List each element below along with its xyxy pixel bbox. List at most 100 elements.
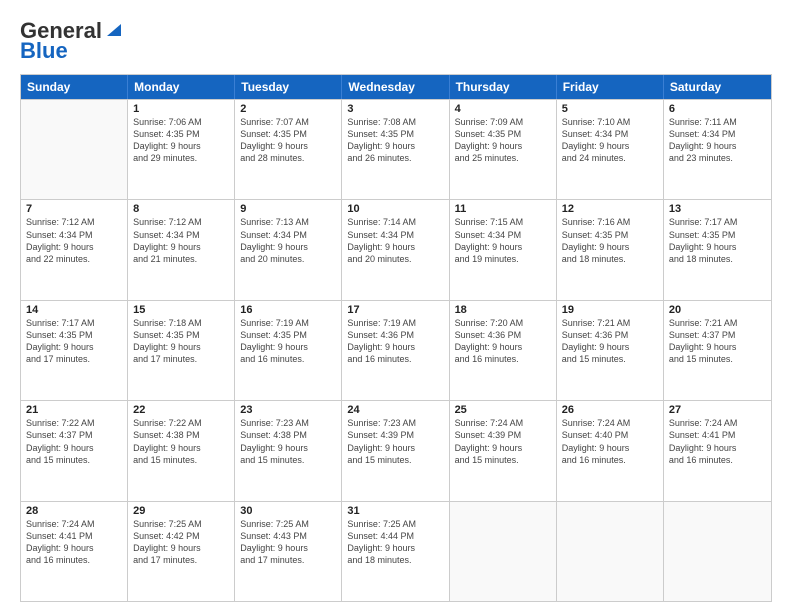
sunrise-text: Sunrise: 7:25 AM <box>347 518 443 530</box>
day-number: 5 <box>562 103 658 115</box>
calendar-header-cell: Saturday <box>664 75 771 99</box>
page: General Blue SundayMondayTuesdayWednesda… <box>0 0 792 612</box>
calendar-week-row: 21Sunrise: 7:22 AMSunset: 4:37 PMDayligh… <box>21 400 771 500</box>
day-number: 28 <box>26 505 122 517</box>
daylight-text-1: Daylight: 9 hours <box>455 341 551 353</box>
calendar-cell: 31Sunrise: 7:25 AMSunset: 4:44 PMDayligh… <box>342 502 449 601</box>
sunset-text: Sunset: 4:34 PM <box>669 128 766 140</box>
daylight-text-2: and 16 minutes. <box>240 353 336 365</box>
daylight-text-2: and 21 minutes. <box>133 253 229 265</box>
calendar-cell: 28Sunrise: 7:24 AMSunset: 4:41 PMDayligh… <box>21 502 128 601</box>
daylight-text-2: and 18 minutes. <box>347 554 443 566</box>
calendar-cell: 22Sunrise: 7:22 AMSunset: 4:38 PMDayligh… <box>128 401 235 500</box>
calendar-cell: 26Sunrise: 7:24 AMSunset: 4:40 PMDayligh… <box>557 401 664 500</box>
sunrise-text: Sunrise: 7:19 AM <box>240 317 336 329</box>
sunrise-text: Sunrise: 7:24 AM <box>562 417 658 429</box>
daylight-text-1: Daylight: 9 hours <box>455 442 551 454</box>
day-number: 29 <box>133 505 229 517</box>
day-number: 4 <box>455 103 551 115</box>
sunset-text: Sunset: 4:34 PM <box>455 229 551 241</box>
daylight-text-2: and 20 minutes. <box>347 253 443 265</box>
daylight-text-1: Daylight: 9 hours <box>133 542 229 554</box>
sunrise-text: Sunrise: 7:25 AM <box>240 518 336 530</box>
day-number: 8 <box>133 203 229 215</box>
sunrise-text: Sunrise: 7:22 AM <box>133 417 229 429</box>
calendar-cell <box>557 502 664 601</box>
sunset-text: Sunset: 4:41 PM <box>669 429 766 441</box>
sunset-text: Sunset: 4:36 PM <box>562 329 658 341</box>
calendar-cell: 2Sunrise: 7:07 AMSunset: 4:35 PMDaylight… <box>235 100 342 199</box>
sunset-text: Sunset: 4:34 PM <box>347 229 443 241</box>
sunrise-text: Sunrise: 7:12 AM <box>26 216 122 228</box>
daylight-text-2: and 25 minutes. <box>455 152 551 164</box>
calendar-cell: 21Sunrise: 7:22 AMSunset: 4:37 PMDayligh… <box>21 401 128 500</box>
calendar-cell <box>450 502 557 601</box>
sunrise-text: Sunrise: 7:22 AM <box>26 417 122 429</box>
sunrise-text: Sunrise: 7:17 AM <box>26 317 122 329</box>
daylight-text-1: Daylight: 9 hours <box>562 241 658 253</box>
daylight-text-1: Daylight: 9 hours <box>669 442 766 454</box>
sunrise-text: Sunrise: 7:19 AM <box>347 317 443 329</box>
daylight-text-1: Daylight: 9 hours <box>240 442 336 454</box>
sunrise-text: Sunrise: 7:24 AM <box>669 417 766 429</box>
calendar-header-cell: Tuesday <box>235 75 342 99</box>
sunset-text: Sunset: 4:37 PM <box>26 429 122 441</box>
calendar-cell: 8Sunrise: 7:12 AMSunset: 4:34 PMDaylight… <box>128 200 235 299</box>
day-number: 7 <box>26 203 122 215</box>
calendar-header-cell: Wednesday <box>342 75 449 99</box>
daylight-text-1: Daylight: 9 hours <box>347 241 443 253</box>
daylight-text-1: Daylight: 9 hours <box>26 341 122 353</box>
calendar-cell: 19Sunrise: 7:21 AMSunset: 4:36 PMDayligh… <box>557 301 664 400</box>
day-number: 30 <box>240 505 336 517</box>
sunrise-text: Sunrise: 7:24 AM <box>26 518 122 530</box>
daylight-text-1: Daylight: 9 hours <box>133 341 229 353</box>
daylight-text-2: and 17 minutes. <box>133 353 229 365</box>
sunrise-text: Sunrise: 7:23 AM <box>240 417 336 429</box>
sunrise-text: Sunrise: 7:25 AM <box>133 518 229 530</box>
sunrise-text: Sunrise: 7:23 AM <box>347 417 443 429</box>
calendar-cell <box>21 100 128 199</box>
daylight-text-1: Daylight: 9 hours <box>669 241 766 253</box>
daylight-text-1: Daylight: 9 hours <box>240 140 336 152</box>
daylight-text-1: Daylight: 9 hours <box>455 140 551 152</box>
calendar-cell: 27Sunrise: 7:24 AMSunset: 4:41 PMDayligh… <box>664 401 771 500</box>
calendar: SundayMondayTuesdayWednesdayThursdayFrid… <box>20 74 772 602</box>
daylight-text-2: and 18 minutes. <box>669 253 766 265</box>
daylight-text-1: Daylight: 9 hours <box>133 140 229 152</box>
sunrise-text: Sunrise: 7:21 AM <box>562 317 658 329</box>
calendar-cell: 5Sunrise: 7:10 AMSunset: 4:34 PMDaylight… <box>557 100 664 199</box>
calendar-cell: 11Sunrise: 7:15 AMSunset: 4:34 PMDayligh… <box>450 200 557 299</box>
logo-blue-text: Blue <box>20 38 68 64</box>
sunrise-text: Sunrise: 7:12 AM <box>133 216 229 228</box>
sunrise-text: Sunrise: 7:16 AM <box>562 216 658 228</box>
sunset-text: Sunset: 4:35 PM <box>26 329 122 341</box>
day-number: 17 <box>347 304 443 316</box>
daylight-text-2: and 24 minutes. <box>562 152 658 164</box>
day-number: 22 <box>133 404 229 416</box>
daylight-text-2: and 17 minutes. <box>240 554 336 566</box>
sunset-text: Sunset: 4:35 PM <box>562 229 658 241</box>
daylight-text-2: and 19 minutes. <box>455 253 551 265</box>
day-number: 13 <box>669 203 766 215</box>
sunset-text: Sunset: 4:42 PM <box>133 530 229 542</box>
day-number: 27 <box>669 404 766 416</box>
daylight-text-2: and 15 minutes. <box>240 454 336 466</box>
daylight-text-2: and 15 minutes. <box>347 454 443 466</box>
daylight-text-2: and 16 minutes. <box>347 353 443 365</box>
header: General Blue <box>20 18 772 64</box>
logo: General Blue <box>20 18 121 64</box>
daylight-text-2: and 23 minutes. <box>669 152 766 164</box>
day-number: 23 <box>240 404 336 416</box>
day-number: 3 <box>347 103 443 115</box>
calendar-week-row: 14Sunrise: 7:17 AMSunset: 4:35 PMDayligh… <box>21 300 771 400</box>
daylight-text-2: and 26 minutes. <box>347 152 443 164</box>
sunrise-text: Sunrise: 7:09 AM <box>455 116 551 128</box>
sunset-text: Sunset: 4:38 PM <box>133 429 229 441</box>
sunset-text: Sunset: 4:34 PM <box>562 128 658 140</box>
sunset-text: Sunset: 4:44 PM <box>347 530 443 542</box>
daylight-text-1: Daylight: 9 hours <box>347 140 443 152</box>
daylight-text-2: and 15 minutes. <box>669 353 766 365</box>
daylight-text-1: Daylight: 9 hours <box>562 140 658 152</box>
daylight-text-2: and 16 minutes. <box>562 454 658 466</box>
calendar-cell: 25Sunrise: 7:24 AMSunset: 4:39 PMDayligh… <box>450 401 557 500</box>
